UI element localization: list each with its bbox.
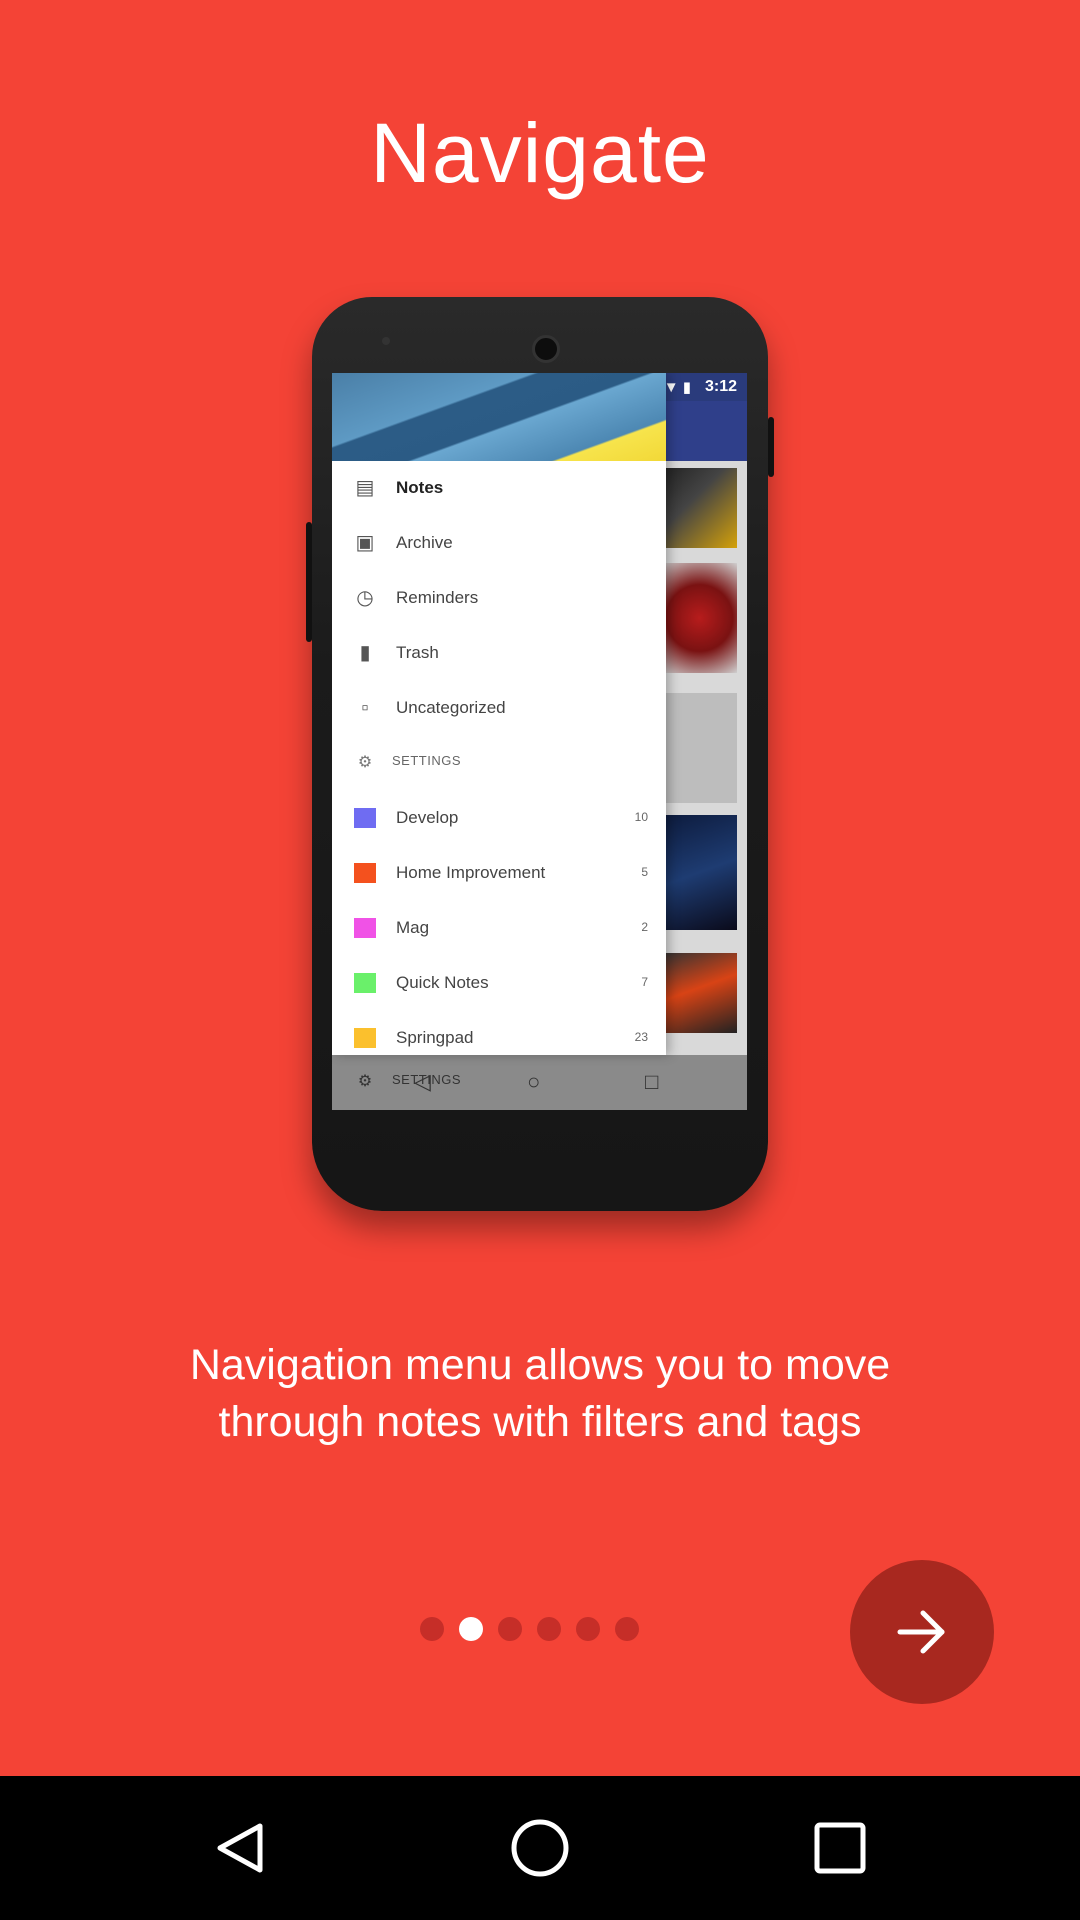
gear-icon: ⚙ [357, 1073, 373, 1090]
next-button[interactable] [850, 1560, 994, 1704]
category-count: 7 [641, 975, 648, 989]
onboarding-screen: Navigate ▼ ▮ 3:12 ◁ ○ □ ▤ Notes ▣ Archiv… [0, 0, 1080, 1920]
category-label: Home Improvement [396, 863, 546, 882]
drawer-footer-settings: ⚙ SETTINGS [332, 1055, 666, 1110]
drawer-item-label: Trash [396, 643, 439, 662]
drawer-category-quick-notes: Quick Notes 7 [332, 956, 666, 1011]
phone-mockup: ▼ ▮ 3:12 ◁ ○ □ ▤ Notes ▣ Archive ◷ Remin… [306, 297, 774, 1211]
drawer-item-uncategorized: ▫ Uncategorized [332, 681, 666, 736]
recents-square-icon [814, 1822, 866, 1874]
arrow-right-icon [897, 1610, 945, 1654]
drawer-category-mag: Mag 2 [332, 901, 666, 956]
category-label: Springpad [396, 1028, 474, 1047]
phone-screen: ▼ ▮ 3:12 ◁ ○ □ ▤ Notes ▣ Archive ◷ Remin… [332, 373, 747, 1110]
system-recents-button[interactable] [805, 1813, 875, 1883]
system-navigation-bar [0, 1776, 1080, 1920]
phone-sensor [382, 337, 390, 345]
note-icon: ▤ [355, 477, 375, 499]
category-color-swatch [354, 863, 376, 883]
page-dot[interactable] [576, 1617, 600, 1641]
page-dot[interactable] [537, 1617, 561, 1641]
note-thumbnail [662, 953, 737, 1033]
section-header-label: SETTINGS [392, 753, 462, 768]
status-icons: ▼ ▮ [663, 379, 691, 396]
phone-camera [532, 335, 560, 363]
home-circle-icon [511, 1819, 569, 1877]
alarm-icon: ◷ [356, 587, 374, 609]
phone-power-button [768, 417, 774, 477]
note-thumbnail [662, 693, 737, 803]
onboarding-description: Navigation menu allows you to move throu… [189, 1341, 891, 1446]
page-indicator [420, 1617, 639, 1643]
category-count: 10 [634, 810, 648, 824]
category-color-swatch [354, 1028, 376, 1048]
category-color-swatch [354, 973, 376, 993]
drawer-item-reminders: ◷ Reminders [332, 571, 666, 626]
drawer-category-develop: Develop 10 [332, 791, 666, 846]
note-thumbnail [662, 468, 737, 548]
category-count: 23 [634, 1030, 648, 1044]
page-title: Navigate [370, 106, 710, 200]
drawer-list: ▤ Notes ▣ Archive ◷ Reminders ▮ Trash ▫ … [332, 461, 666, 1066]
category-label: Develop [396, 808, 459, 827]
trash-icon: ▮ [359, 642, 371, 664]
page-dot[interactable] [615, 1617, 639, 1641]
drawer-category-home-improvement: Home Improvement 5 [332, 846, 666, 901]
drawer-item-label: Uncategorized [396, 698, 506, 717]
drawer-item-notes: ▤ Notes [332, 461, 666, 516]
phone-volume-button [306, 522, 312, 642]
page-dot[interactable] [420, 1617, 444, 1641]
drawer-section-settings: ⚙ SETTINGS [332, 736, 666, 791]
drawer-item-trash: ▮ Trash [332, 626, 666, 681]
system-back-button[interactable] [205, 1813, 275, 1883]
back-triangle-icon [217, 1823, 263, 1873]
folder-icon: ▫ [361, 697, 369, 719]
page-dot-active[interactable] [459, 1617, 483, 1641]
category-label: Quick Notes [396, 973, 489, 992]
note-thumbnail [662, 815, 737, 930]
category-count: 5 [641, 865, 648, 879]
gear-icon: ⚙ [357, 754, 373, 771]
drawer-item-archive: ▣ Archive [332, 516, 666, 571]
drawer-footer-label: SETTINGS [392, 1072, 462, 1087]
drawer-item-label: Notes [396, 478, 444, 497]
category-color-swatch [354, 918, 376, 938]
status-time: 3:12 [704, 378, 737, 395]
navigation-drawer: ▤ Notes ▣ Archive ◷ Reminders ▮ Trash ▫ … [332, 373, 666, 1055]
page-dot[interactable] [498, 1617, 522, 1641]
category-count: 2 [641, 920, 648, 934]
drawer-item-label: Archive [396, 533, 453, 552]
category-color-swatch [354, 808, 376, 828]
system-home-button[interactable] [505, 1813, 575, 1883]
drawer-header [332, 373, 666, 461]
note-thumbnail [662, 563, 737, 673]
archive-icon: ▣ [355, 532, 375, 554]
drawer-item-label: Reminders [396, 588, 479, 607]
category-label: Mag [396, 918, 430, 937]
